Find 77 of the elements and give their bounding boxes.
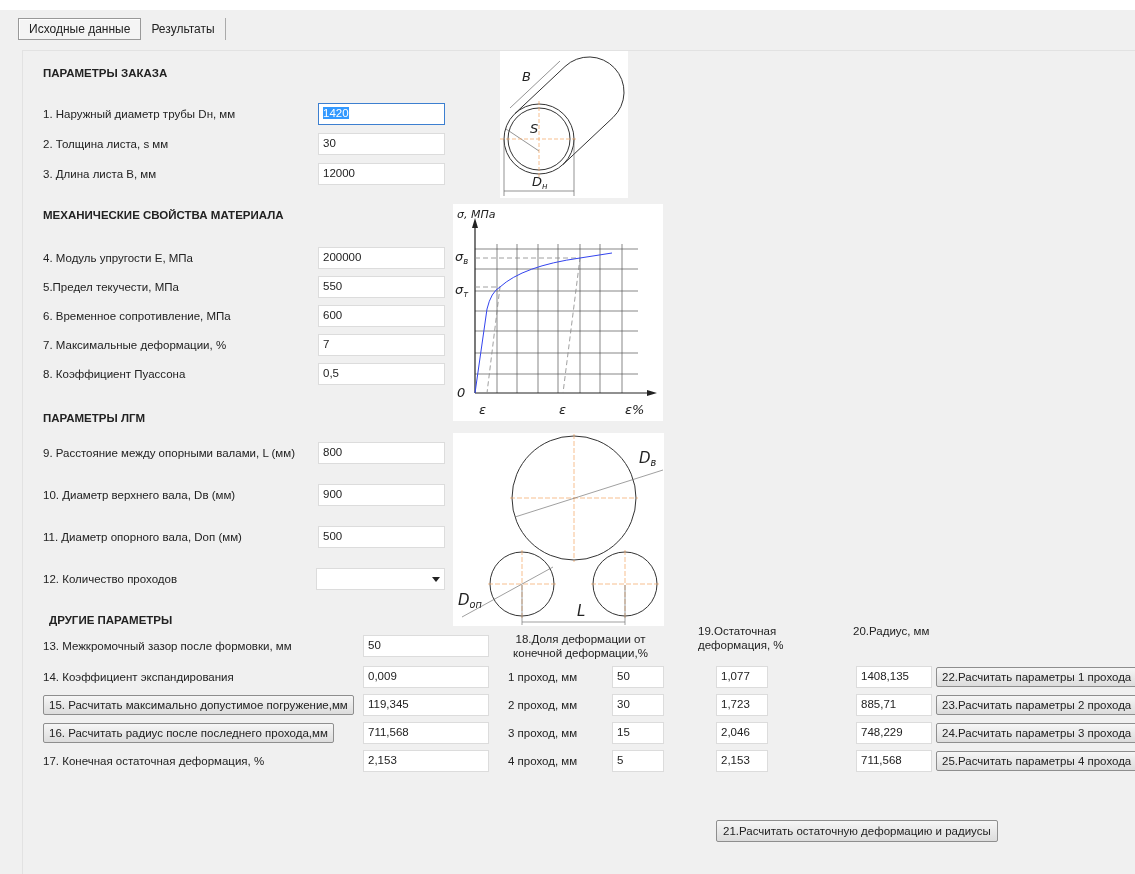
drawing-label: ε bbox=[479, 402, 487, 417]
field-label: 14. Коэффициент экспандирования bbox=[43, 671, 235, 683]
text-field[interactable]: 200000 bbox=[318, 246, 445, 269]
text-field[interactable]: 550 bbox=[318, 275, 445, 298]
drawing-label: S bbox=[530, 121, 539, 136]
text-field[interactable]: 500 bbox=[318, 526, 445, 548]
text-field[interactable]: 5 bbox=[612, 750, 664, 772]
field-label: 12. Количество проходов bbox=[43, 573, 177, 585]
tab[interactable]: Исходные данные bbox=[18, 18, 142, 40]
field-label: 3. Длина листа В, мм bbox=[43, 168, 157, 180]
pass-label: 3 проход, мм bbox=[508, 727, 579, 739]
text-field[interactable]: 711,568 bbox=[856, 750, 932, 772]
text-field[interactable]: 30 bbox=[318, 133, 445, 155]
calculate-button[interactable]: 23.Расчитать параметры 2 прохода bbox=[936, 695, 1135, 715]
text-field[interactable]: 1,723 bbox=[716, 694, 768, 716]
tab[interactable]: Результаты bbox=[141, 18, 226, 40]
section-heading: МЕХАНИЧЕСКИЕ СВОЙСТВА МАТЕРИАЛА bbox=[43, 208, 285, 223]
text-field[interactable]: 800 bbox=[318, 442, 445, 464]
drawing-label: ε% bbox=[625, 402, 645, 417]
pass-label: 1 проход, мм bbox=[508, 671, 579, 683]
field-label: 4. Модуль упругости Е, МПа bbox=[43, 251, 193, 264]
drawing-label: 0 bbox=[457, 385, 466, 400]
drawing-label: L bbox=[577, 602, 586, 620]
text-field[interactable]: 2,153 bbox=[363, 750, 489, 772]
dropdown-arrow-icon bbox=[432, 576, 440, 582]
drawing-label: σ$_{в}$ bbox=[455, 249, 469, 266]
text-field[interactable]: 0,009 bbox=[363, 666, 489, 688]
field-label: 8. Коэффициент Пуассона bbox=[43, 367, 186, 380]
text-field[interactable]: 600 bbox=[318, 304, 445, 327]
drawing-label: D$_{н}$ bbox=[532, 174, 548, 191]
drawing-label: σ$_{т}$ bbox=[455, 282, 469, 299]
drawing-label: ε bbox=[559, 402, 567, 417]
field-label: 1. Наружный диаметр трубы Dн, мм bbox=[43, 108, 236, 120]
text-field[interactable]: 711,568 bbox=[363, 722, 489, 744]
text-field[interactable]: 12000 bbox=[318, 163, 445, 185]
drawing-label: D$_{в}$ bbox=[639, 449, 657, 468]
text-field[interactable]: 885,71 bbox=[856, 694, 932, 716]
field-label: 2. Толщина листа, s мм bbox=[43, 138, 169, 150]
drawing-label: σ, МПа bbox=[457, 208, 496, 221]
field-label: 10. Диаметр верхнего вала, Dв (мм) bbox=[43, 489, 236, 501]
field-label: 7. Максимальные деформации, % bbox=[43, 338, 227, 351]
drawing-label: D$_{оп}$ bbox=[458, 591, 482, 610]
calculate-button[interactable]: 24.Расчитать параметры 3 прохода bbox=[936, 723, 1135, 743]
calculate-button[interactable]: 21.Расчитать остаточную деформацию и радиусы bbox=[716, 820, 998, 842]
field-label: 6. Временное сопротивление, МПа bbox=[43, 309, 231, 322]
field-label: 9. Расстояние между опорными валами, L (мм) bbox=[43, 447, 295, 459]
text-field[interactable]: 900 bbox=[318, 484, 445, 506]
text-field[interactable]: 748,229 bbox=[856, 722, 932, 744]
calculate-button[interactable]: 15. Расчитать максимально допустимое погружение,мм bbox=[43, 695, 354, 715]
section-heading: ДРУГИЕ ПАРАМЕТРЫ bbox=[49, 614, 174, 626]
text-field[interactable]: 2,153 bbox=[716, 750, 768, 772]
text-field[interactable]: 30 bbox=[612, 694, 664, 716]
text-field[interactable]: 1408,135 bbox=[856, 666, 932, 688]
column-header: 19.Остаточная деформация, % bbox=[698, 624, 785, 652]
drawing-label: B bbox=[522, 69, 531, 84]
section-heading: ПАРАМЕТРЫ ЛГМ bbox=[43, 411, 147, 426]
section-heading: ПАРАМЕТРЫ ЗАКАЗА bbox=[43, 66, 169, 81]
column-header: 20.Радиус, мм bbox=[853, 624, 931, 638]
dropdown[interactable] bbox=[316, 568, 445, 590]
pass-label: 2 проход, мм bbox=[508, 699, 579, 711]
calculate-button[interactable]: 22.Расчитать параметры 1 прохода bbox=[936, 667, 1135, 687]
text-field[interactable]: 2,046 bbox=[716, 722, 768, 744]
field-label: 17. Конечная остаточная деформация, % bbox=[43, 755, 266, 767]
field-label: 13. Межкромочный зазор после формовки, мм bbox=[43, 640, 293, 652]
text-field[interactable]: 1,077 bbox=[716, 666, 768, 688]
text-field[interactable]: 0,5 bbox=[318, 362, 445, 385]
field-label: 11. Диаметр опорного вала, Dоп (мм) bbox=[43, 531, 242, 543]
calculate-button[interactable]: 16. Расчитать радиус после последнего прохода,мм bbox=[43, 723, 334, 743]
text-field[interactable]: 119,345 bbox=[363, 694, 489, 716]
pass-label: 4 проход, мм bbox=[508, 755, 579, 767]
text-field[interactable]: 15 bbox=[612, 722, 664, 744]
calculate-button[interactable]: 25.Расчитать параметры 4 прохода bbox=[936, 751, 1135, 771]
text-field[interactable]: 7 bbox=[318, 333, 445, 356]
column-header: 18.Доля деформации от конечной деформации,% bbox=[512, 632, 649, 660]
text-field[interactable]: 50 bbox=[363, 635, 489, 657]
text-field[interactable]: 50 bbox=[612, 666, 664, 688]
field-label: 5.Предел текучести, МПа bbox=[43, 280, 179, 293]
